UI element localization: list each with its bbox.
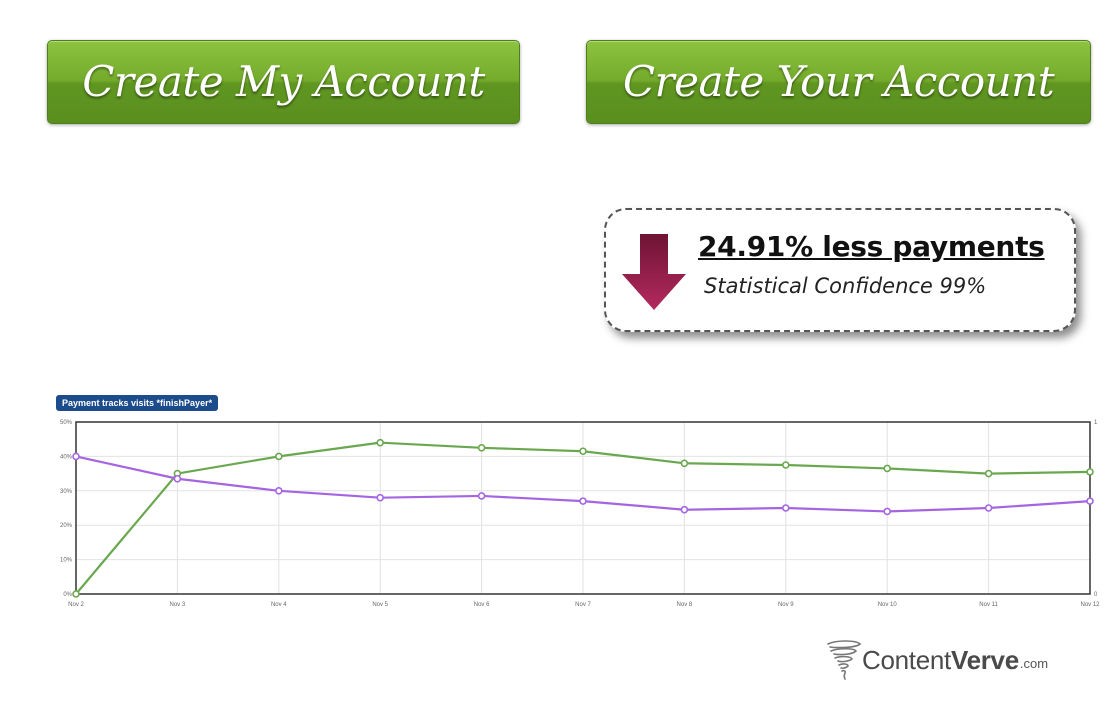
data-point xyxy=(781,504,790,512)
brand-name: ContentVerve xyxy=(862,644,1019,675)
x-tick-label: Nov 8 xyxy=(677,602,693,608)
arrow-down-icon xyxy=(622,234,686,310)
y-tick-label: 50% xyxy=(60,420,73,426)
x-tick-label: Nov 11 xyxy=(979,602,998,608)
data-point xyxy=(984,469,993,478)
data-point xyxy=(274,452,283,461)
data-point xyxy=(173,474,182,483)
create-your-account-button[interactable]: Create Your Account xyxy=(586,40,1091,124)
data-point xyxy=(477,492,486,500)
data-point xyxy=(781,461,790,469)
data-point xyxy=(680,505,689,514)
create-my-account-button[interactable]: Create My Account xyxy=(47,40,520,124)
y-tick-label: 0% xyxy=(63,592,72,598)
tornado-icon xyxy=(827,640,862,680)
x-tick-label: Nov 4 xyxy=(271,602,287,608)
data-point xyxy=(579,447,587,456)
y-tick-label: 40% xyxy=(60,454,73,460)
result-callout: 24.91% less payments Statistical Confide… xyxy=(604,208,1076,332)
right-axis-tick-label: 1 xyxy=(1094,420,1098,426)
data-point xyxy=(72,590,80,598)
brand-suffix: .com xyxy=(1019,656,1049,671)
x-tick-label: Nov 7 xyxy=(575,602,591,608)
y-tick-label: 30% xyxy=(60,489,73,495)
x-tick-label: Nov 12 xyxy=(1080,602,1100,608)
x-tick-label: Nov 9 xyxy=(778,602,794,608)
line-chart: 0% 10% 20% 30% 40% 50% Nov 2 Nov 3 Nov 4 Nov 5 Nov… xyxy=(60,420,1100,608)
data-point xyxy=(376,438,385,447)
content-verve-logo: ContentVerve .com xyxy=(826,638,1048,682)
x-tick-label: Nov 3 xyxy=(170,602,186,608)
data-point xyxy=(376,493,385,502)
x-tick-label: Nov 5 xyxy=(372,602,388,608)
data-point xyxy=(1086,497,1094,505)
data-point xyxy=(274,487,283,495)
data-point xyxy=(883,464,892,473)
data-point xyxy=(72,452,80,461)
result-headline: 24.91% less payments xyxy=(698,230,1045,263)
right-axis-tick-label: 0 xyxy=(1094,592,1098,598)
x-tick-label: Nov 6 xyxy=(474,602,490,608)
y-tick-label: 20% xyxy=(60,523,73,529)
data-point xyxy=(680,459,689,468)
data-point xyxy=(1086,468,1094,476)
data-point xyxy=(883,507,892,516)
result-confidence: Statistical Confidence 99% xyxy=(704,274,987,298)
x-tick-label: Nov 2 xyxy=(68,602,84,608)
y-tick-label: 10% xyxy=(60,558,73,564)
data-point xyxy=(477,443,486,452)
data-point xyxy=(984,504,993,512)
x-tick-label: Nov 10 xyxy=(878,602,898,608)
data-point xyxy=(579,497,587,505)
